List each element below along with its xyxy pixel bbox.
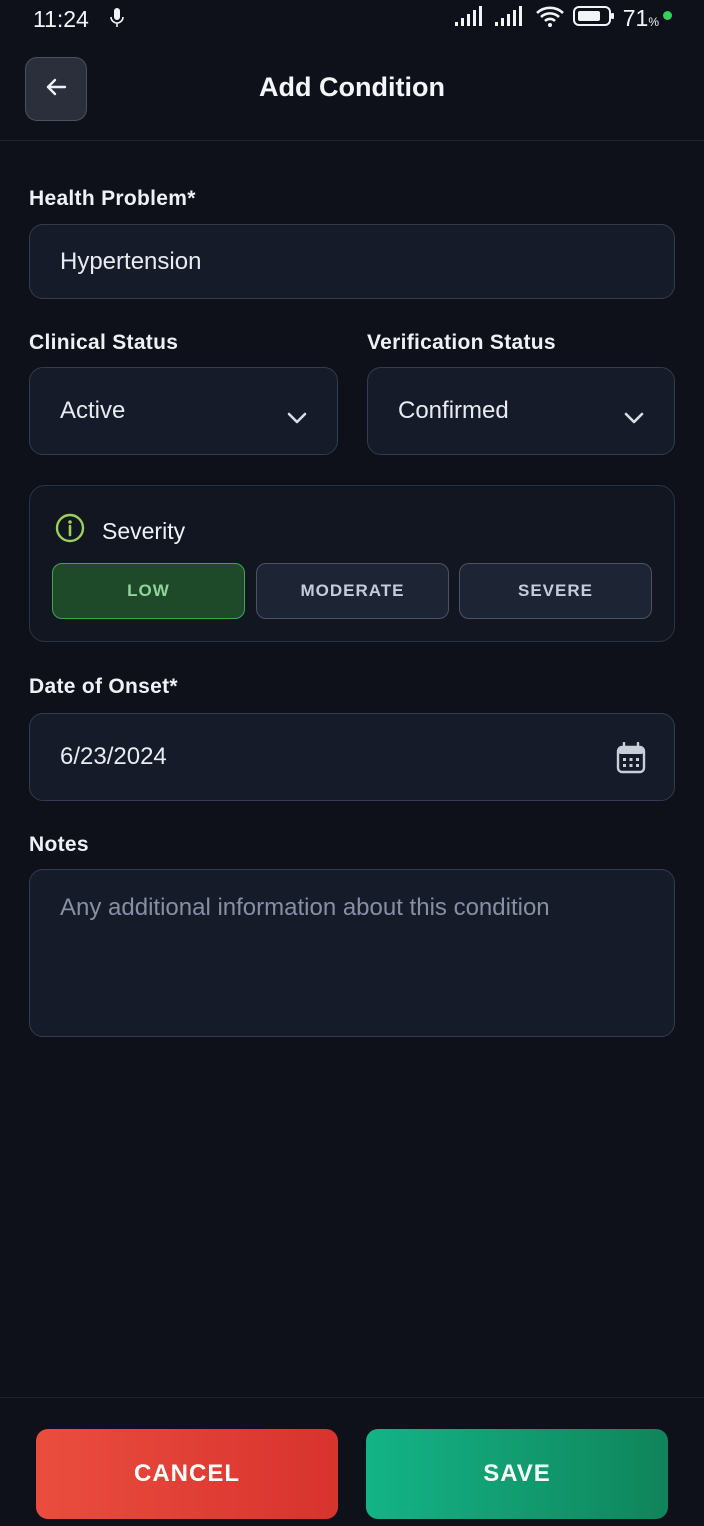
verification-status-select[interactable]: Confirmed bbox=[367, 367, 675, 455]
charging-dot bbox=[663, 11, 672, 20]
battery-icon bbox=[572, 5, 615, 32]
notes-label: Notes bbox=[29, 833, 89, 856]
verification-status-label: Verification Status bbox=[367, 331, 556, 354]
notes-textarea[interactable]: Any additional information about this co… bbox=[29, 869, 675, 1037]
chevron-down-icon bbox=[624, 404, 644, 432]
signal-icon bbox=[454, 6, 487, 31]
clinical-status-label: Clinical Status bbox=[29, 331, 179, 354]
notes-placeholder: Any additional information about this co… bbox=[60, 894, 550, 921]
health-problem-label: Health Problem* bbox=[29, 187, 196, 210]
page-title: Add Condition bbox=[259, 72, 445, 102]
severity-header: Severity bbox=[54, 512, 185, 550]
clinical-status-value: Active bbox=[60, 397, 126, 424]
save-button[interactable]: SAVE bbox=[366, 1429, 668, 1519]
date-of-onset-label: Date of Onset* bbox=[29, 675, 178, 698]
date-of-onset-value: 6/23/2024 bbox=[60, 743, 167, 770]
status-bar: 11:24 71% bbox=[0, 0, 704, 40]
clinical-status-select[interactable]: Active bbox=[29, 367, 338, 455]
severity-moderate-button[interactable]: MODERATE bbox=[256, 563, 449, 619]
mic-icon bbox=[110, 8, 124, 33]
cancel-button[interactable]: CANCEL bbox=[36, 1429, 338, 1519]
severity-label: Severity bbox=[102, 517, 186, 544]
battery-percent: 71% bbox=[622, 5, 659, 31]
action-bar: CANCEL SAVE bbox=[0, 1397, 704, 1526]
calendar-icon[interactable] bbox=[616, 741, 646, 781]
severity-card: Severity LOW MODERATE SEVERE bbox=[29, 485, 675, 642]
wifi-icon bbox=[535, 5, 565, 32]
app-bar: Add Condition bbox=[0, 44, 704, 141]
info-icon bbox=[54, 512, 86, 550]
health-problem-value: Hypertension bbox=[60, 247, 202, 275]
chevron-down-icon bbox=[287, 404, 307, 432]
signal-icon bbox=[494, 6, 527, 31]
verification-status-value: Confirmed bbox=[398, 397, 509, 424]
severity-low-button[interactable]: LOW bbox=[52, 563, 245, 619]
health-problem-input[interactable]: Hypertension bbox=[29, 224, 675, 299]
severity-severe-button[interactable]: SEVERE bbox=[459, 563, 652, 619]
date-of-onset-input[interactable]: 6/23/2024 bbox=[29, 713, 675, 801]
status-time: 11:24 bbox=[33, 6, 89, 32]
